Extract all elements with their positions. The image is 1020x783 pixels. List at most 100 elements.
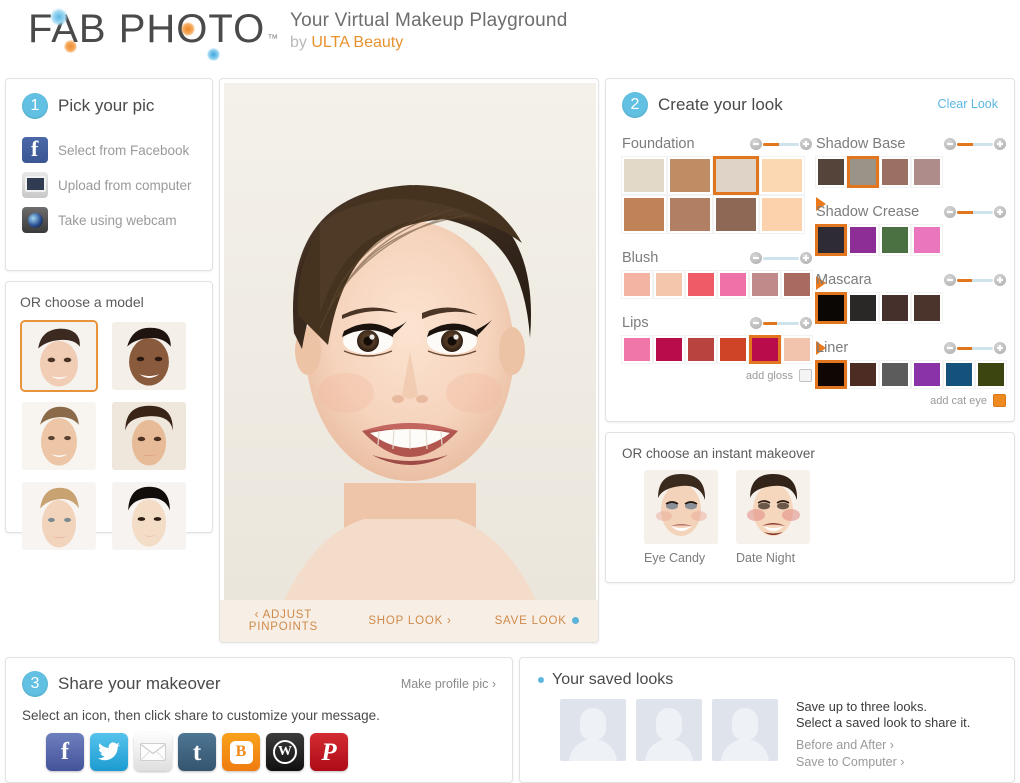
add-gloss-option[interactable]: add gloss xyxy=(622,369,812,382)
color-swatch[interactable] xyxy=(943,360,975,389)
slider-track[interactable] xyxy=(763,321,799,325)
slider-track[interactable] xyxy=(957,346,993,350)
saved-slot-1[interactable] xyxy=(560,699,626,761)
color-swatch[interactable] xyxy=(759,156,805,195)
color-swatch[interactable] xyxy=(667,156,713,195)
model-thumb-3[interactable] xyxy=(20,400,98,472)
source-webcam[interactable]: Take using webcam xyxy=(22,207,196,233)
model-thumb-4[interactable] xyxy=(110,400,188,472)
plus-icon[interactable] xyxy=(800,138,812,150)
shop-look-button[interactable]: SHOP LOOK › xyxy=(347,615,474,627)
color-swatch[interactable] xyxy=(717,270,749,299)
color-swatch[interactable] xyxy=(653,335,685,364)
color-swatch[interactable] xyxy=(847,156,879,188)
model-thumb-2[interactable] xyxy=(110,320,188,392)
minus-icon[interactable] xyxy=(944,342,956,354)
color-swatch[interactable] xyxy=(911,156,943,188)
minus-icon[interactable] xyxy=(944,206,956,218)
color-swatch[interactable] xyxy=(781,335,813,364)
color-swatch[interactable] xyxy=(847,360,879,389)
color-swatch[interactable] xyxy=(847,292,879,324)
saved-slot-2[interactable] xyxy=(636,699,702,761)
mascara-slider[interactable] xyxy=(944,274,1006,286)
make-profile-pic-link[interactable]: Make profile pic › xyxy=(401,677,496,691)
color-swatch[interactable] xyxy=(685,335,717,364)
color-swatch[interactable] xyxy=(911,360,943,389)
minus-icon[interactable] xyxy=(750,252,762,264)
plus-icon[interactable] xyxy=(994,342,1006,354)
email-share-icon[interactable] xyxy=(134,733,172,771)
color-swatch[interactable] xyxy=(749,335,781,364)
add-gloss-checkbox[interactable] xyxy=(799,369,812,382)
color-swatch[interactable] xyxy=(975,360,1007,389)
minus-icon[interactable] xyxy=(750,317,762,329)
color-swatch[interactable] xyxy=(815,156,847,188)
color-swatch[interactable] xyxy=(621,195,667,234)
source-facebook[interactable]: Select from Facebook xyxy=(22,137,196,163)
color-swatch[interactable] xyxy=(815,224,847,256)
color-swatch[interactable] xyxy=(847,224,879,256)
plus-icon[interactable] xyxy=(994,206,1006,218)
plus-icon[interactable] xyxy=(800,252,812,264)
color-swatch[interactable] xyxy=(815,292,847,324)
tumblr-share-icon[interactable]: t xyxy=(178,733,216,771)
color-swatch[interactable] xyxy=(911,224,943,256)
model-thumb-1[interactable] xyxy=(20,320,98,392)
color-swatch[interactable] xyxy=(879,156,911,188)
clear-look-button[interactable]: Clear Look xyxy=(938,97,998,111)
adjust-pinpoints-button[interactable]: ‹ ADJUST PINPOINTS xyxy=(220,609,347,633)
color-swatch[interactable] xyxy=(653,270,685,299)
minus-icon[interactable] xyxy=(944,274,956,286)
model-thumb-6[interactable] xyxy=(110,480,188,552)
color-swatch[interactable] xyxy=(879,224,911,256)
minus-icon[interactable] xyxy=(944,138,956,150)
slider-track[interactable] xyxy=(957,142,993,146)
photo-canvas[interactable] xyxy=(224,83,596,601)
before-and-after-link[interactable]: Before and After › xyxy=(796,738,970,752)
blogger-share-icon[interactable]: B xyxy=(222,733,260,771)
color-swatch[interactable] xyxy=(713,156,759,195)
color-swatch[interactable] xyxy=(911,292,943,324)
slider-track[interactable] xyxy=(957,278,993,282)
makeover-eye-candy[interactable]: Eye Candy xyxy=(644,470,718,565)
color-swatch[interactable] xyxy=(685,270,717,299)
plus-icon[interactable] xyxy=(994,138,1006,150)
add-cat-eye-checkbox[interactable] xyxy=(993,394,1006,407)
slider-track[interactable] xyxy=(763,142,799,146)
wordpress-share-icon[interactable]: W xyxy=(266,733,304,771)
color-swatch[interactable] xyxy=(621,156,667,195)
blush-slider[interactable] xyxy=(750,252,812,264)
color-swatch[interactable] xyxy=(749,270,781,299)
foundation-slider[interactable] xyxy=(750,138,812,150)
slider-track[interactable] xyxy=(763,256,799,260)
plus-icon[interactable] xyxy=(800,317,812,329)
color-swatch[interactable] xyxy=(879,360,911,389)
plus-icon[interactable] xyxy=(994,274,1006,286)
color-swatch[interactable] xyxy=(717,335,749,364)
saved-slot-3[interactable] xyxy=(712,699,778,761)
color-swatch[interactable] xyxy=(621,335,653,364)
color-swatch[interactable] xyxy=(759,195,805,234)
twitter-share-icon[interactable] xyxy=(90,733,128,771)
facebook-share-icon[interactable]: f xyxy=(46,733,84,771)
color-swatch[interactable] xyxy=(667,195,713,234)
makeover-label: Eye Candy xyxy=(644,551,706,565)
color-swatch[interactable] xyxy=(621,270,653,299)
model-thumb-5[interactable] xyxy=(20,480,98,552)
save-to-computer-link[interactable]: Save to Computer › xyxy=(796,755,970,769)
color-swatch[interactable] xyxy=(815,360,847,389)
makeover-date-night[interactable]: Date Night xyxy=(736,470,810,565)
color-swatch[interactable] xyxy=(713,195,759,234)
add-cat-eye-option[interactable]: add cat eye xyxy=(816,394,1006,407)
shadow-base-slider[interactable] xyxy=(944,138,1006,150)
lips-slider[interactable] xyxy=(750,317,812,329)
save-look-button[interactable]: SAVE LOOK xyxy=(473,615,598,627)
source-computer[interactable]: Upload from computer xyxy=(22,172,196,198)
shadow-crease-slider[interactable] xyxy=(944,206,1006,218)
pinterest-share-icon[interactable]: P xyxy=(310,733,348,771)
slider-track[interactable] xyxy=(957,210,993,214)
minus-icon[interactable] xyxy=(750,138,762,150)
color-swatch[interactable] xyxy=(781,270,813,299)
liner-slider[interactable] xyxy=(944,342,1006,354)
color-swatch[interactable] xyxy=(879,292,911,324)
